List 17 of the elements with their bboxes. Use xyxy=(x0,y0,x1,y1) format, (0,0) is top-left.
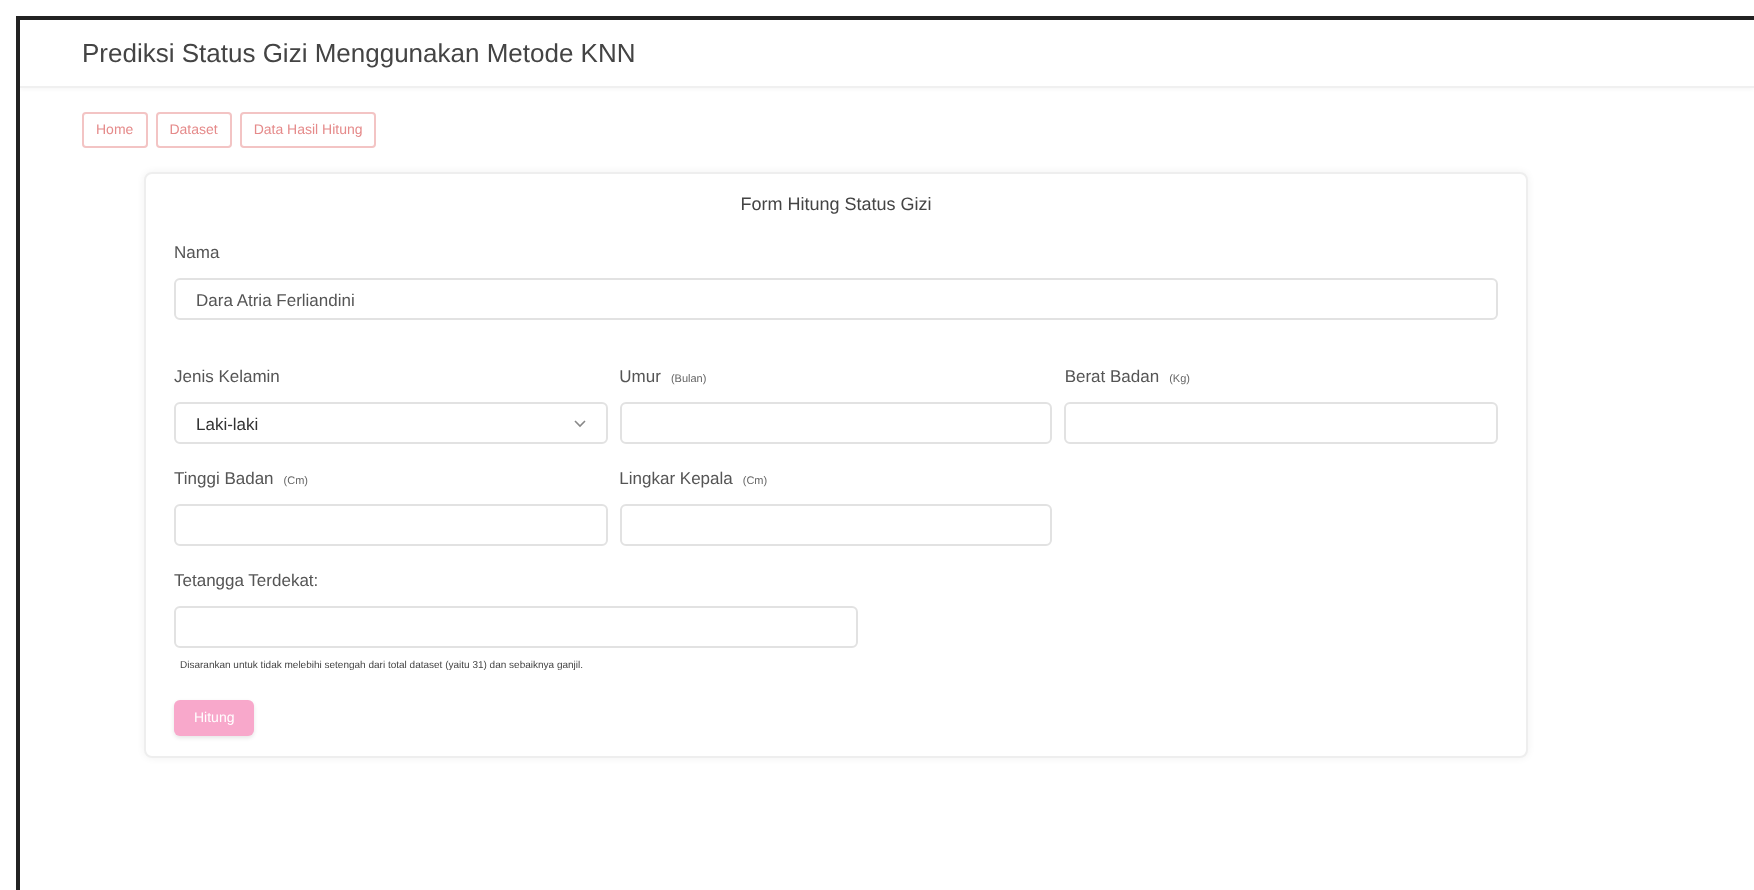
field-label: Jenis Kelamin xyxy=(174,366,280,386)
field-label: Tinggi Badan xyxy=(174,468,274,488)
select-field[interactable]: Laki-laki xyxy=(174,402,608,444)
field-label: Umur xyxy=(619,366,661,386)
input-field[interactable]: Dara Atria Ferliandini xyxy=(174,278,1498,320)
page-title: Prediksi Status Gizi Menggunakan Metode KNN xyxy=(82,38,636,68)
field-label: Lingkar Kepala xyxy=(619,468,733,488)
input-field[interactable] xyxy=(1064,402,1498,444)
input-field[interactable] xyxy=(619,504,1053,546)
input-field[interactable] xyxy=(174,606,858,648)
field-label: Tetangga Terdekat: xyxy=(174,570,319,590)
input-field[interactable] xyxy=(174,504,608,546)
field-label: Nama xyxy=(174,242,220,262)
chevron-down-icon xyxy=(573,419,586,427)
input-field[interactable] xyxy=(619,402,1053,444)
form-title: Form Hitung Status Gizi xyxy=(738,194,934,214)
field-label: Berat Badan xyxy=(1064,366,1160,386)
